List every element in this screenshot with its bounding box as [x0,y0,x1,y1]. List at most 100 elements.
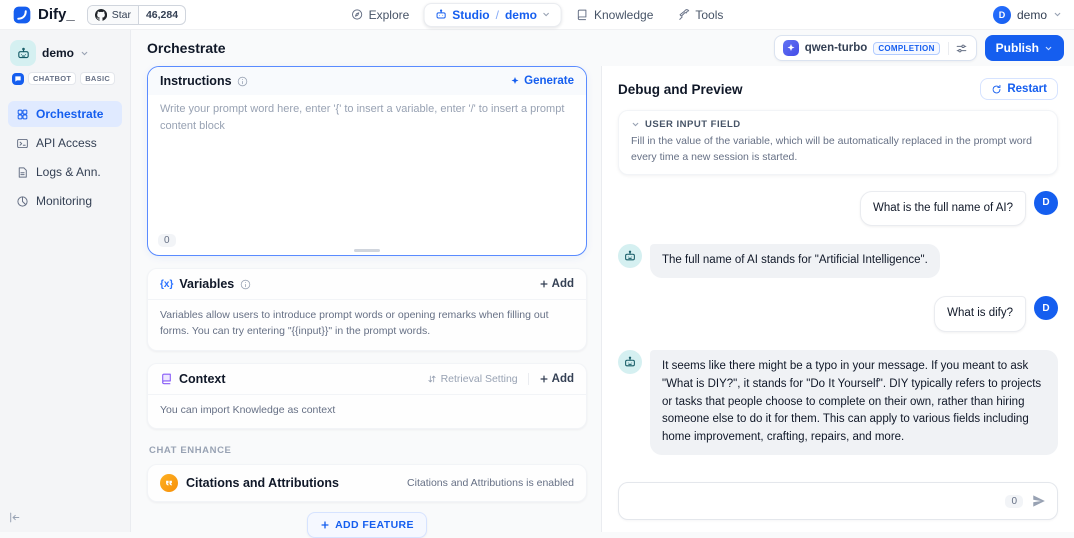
chevron-down-icon [631,120,640,129]
context-title: Context [179,372,226,386]
context-description: You can import Knowledge as context [148,394,586,429]
document-icon [16,166,29,179]
restart-button[interactable]: Restart [980,78,1058,100]
brand-name: Dify_ [38,6,75,23]
nav-explore[interactable]: Explore [341,4,420,26]
nav-knowledge-label: Knowledge [594,8,653,22]
app-switcher[interactable]: demo [8,38,122,68]
resize-handle[interactable] [354,249,380,252]
nav-tools-label: Tools [695,8,723,22]
chat-message-assistant: It seems like there might be a typo in y… [618,350,1058,455]
sidebar-item-logs[interactable]: Logs & Ann. [8,159,122,185]
restart-label: Restart [1007,83,1047,95]
chevron-down-icon [80,49,89,58]
variables-section: {x} Variables Add [147,268,587,351]
debug-preview-panel: Debug and Preview Restart USER INPUT FIE… [601,66,1074,532]
orchestrate-panel: Instructions Generate [131,66,601,532]
sparkle-icon [510,76,520,86]
message-text: What is the full name of AI? [860,191,1026,227]
nav-knowledge[interactable]: Knowledge [566,4,663,26]
instructions-header: Instructions Generate [148,67,586,95]
nav-explore-label: Explore [369,8,410,22]
send-icon[interactable] [1031,493,1047,509]
retrieval-icon [427,374,437,384]
add-variable-label: Add [552,278,574,290]
account-name: demo [1017,8,1047,22]
github-star-button[interactable]: Star 46,284 [87,5,186,25]
model-settings-icon[interactable] [948,42,968,55]
sidebar-item-orchestrate[interactable]: Orchestrate [8,101,122,127]
nav-studio-label: Studio [452,8,489,22]
message-text: What is dify? [934,296,1026,332]
message-text: The full name of AI stands for "Artifici… [650,244,940,278]
chevron-down-icon [1044,44,1053,53]
nav-studio-separator: / [496,8,499,22]
primary-nav: Explore Studio / demo Knowledge Tools [341,0,734,29]
user-input-field-toggle[interactable]: USER INPUT FIELD [631,119,1045,130]
add-context-button[interactable]: Add [539,373,574,385]
nav-studio[interactable]: Studio / demo [423,3,562,27]
nav-tools[interactable]: Tools [667,4,733,26]
restart-icon [991,84,1002,95]
sidebar-item-monitoring[interactable]: Monitoring [8,188,122,214]
assistant-avatar-robot-icon [618,244,642,268]
terminal-icon [16,137,29,150]
plus-icon [320,520,330,530]
account-menu[interactable]: D demo [993,6,1062,24]
variables-icon: {x} [160,279,173,290]
assistant-avatar-robot-icon [618,350,642,374]
generate-label: Generate [524,75,574,87]
retrieval-setting-label: Retrieval Setting [441,373,518,385]
sidebar-item-label: Logs & Ann. [36,165,101,179]
book-icon [576,8,589,21]
app-tag-basic: BASIC [80,72,115,85]
star-label: Star [112,9,131,21]
github-icon [95,9,107,21]
add-variable-button[interactable]: Add [539,278,574,290]
chevron-down-icon [542,10,551,19]
compass-icon [351,8,364,21]
chat-message-user: What is dify? D [934,296,1058,332]
prompt-input[interactable] [148,95,586,230]
variables-description: Variables allow users to introduce promp… [148,299,586,350]
nav-studio-app: demo [505,8,537,22]
context-book-icon [160,372,173,385]
variables-title: Variables [179,277,234,291]
citations-feature[interactable]: Citations and Attributions Citations and… [147,464,587,502]
publish-button[interactable]: Publish [985,35,1064,61]
user-avatar: D [1034,296,1058,320]
instructions-title: Instructions [160,74,232,88]
info-icon[interactable] [237,76,248,87]
add-feature-button[interactable]: ADD FEATURE [307,512,427,538]
citations-icon [160,474,178,492]
instructions-editor: Instructions Generate [147,66,587,256]
app-avatar-robot-icon [10,40,36,66]
chat-history: What is the full name of AI? D The full … [602,175,1074,473]
sidebar-item-label: Monitoring [36,194,92,208]
chat-input-box: 0 [618,482,1058,520]
sidebar-item-label: API Access [36,136,97,150]
robot-icon [434,8,447,21]
model-name: qwen-turbo [805,42,868,54]
star-count: 46,284 [138,6,185,24]
chat-message-input[interactable] [629,494,997,508]
user-avatar: D [1034,191,1058,215]
generate-button[interactable]: Generate [510,75,574,87]
citations-status: Citations and Attributions is enabled [407,477,574,489]
retrieval-setting-button[interactable]: Retrieval Setting [427,373,518,385]
sidebar-collapse-icon[interactable] [8,511,21,524]
model-selector[interactable]: qwen-turbo COMPLETION [774,35,977,61]
add-feature-label: ADD FEATURE [335,519,414,531]
info-icon[interactable] [240,279,251,290]
hammer-icon [677,8,690,21]
app-tags: CHATBOT BASIC [12,72,122,85]
sidebar-nav: Orchestrate API Access Logs & Ann. Monit… [8,101,122,214]
prompt-char-count: 0 [158,234,176,247]
sidebar-item-api-access[interactable]: API Access [8,130,122,156]
brand[interactable]: Dify_ [12,5,75,25]
sidebar-item-label: Orchestrate [36,107,103,121]
divider [528,373,529,385]
orchestrate-icon [16,108,29,121]
dify-logo-icon [12,5,32,25]
user-avatar: D [993,6,1011,24]
